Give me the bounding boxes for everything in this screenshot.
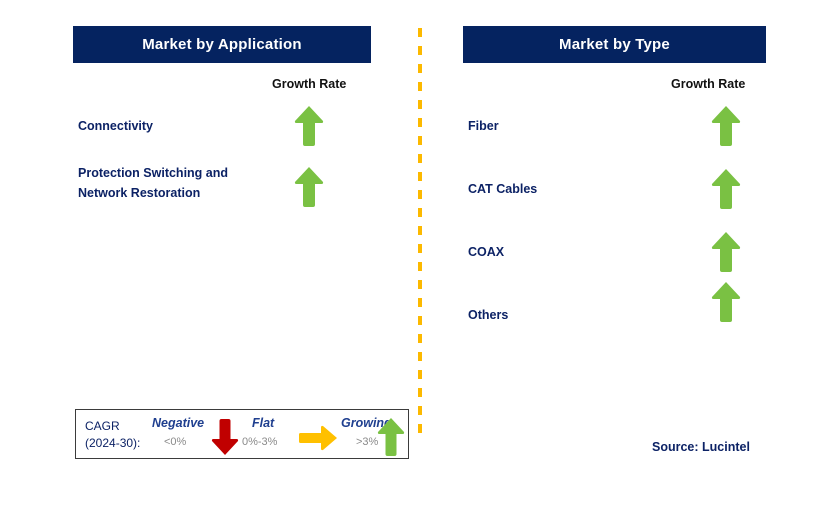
row-label: CAT Cables <box>468 182 538 196</box>
legend-title-negative: Negative <box>152 416 205 430</box>
up-arrow-icon <box>294 105 324 147</box>
down-arrow-icon <box>211 418 239 456</box>
legend-cagr-line1: CAGR <box>85 419 120 433</box>
legend-cagr-line2: (2024-30): <box>85 436 141 450</box>
legend-range-negative: <0% <box>164 436 187 448</box>
column-header-growth-rate-left: Growth Rate <box>272 77 347 91</box>
legend-cagr-label: CAGR (2024-30): <box>85 418 140 452</box>
legend-range-flat: 0%-3% <box>242 436 278 448</box>
legend-title-flat: Flat <box>252 416 275 430</box>
panel-header-market-by-type: Market by Type <box>463 26 766 63</box>
cagr-legend: CAGR (2024-30): Negative <0% Flat 0%-3% … <box>75 409 409 459</box>
panel-title: Market by Application <box>142 36 302 53</box>
row-label: Others <box>468 308 509 322</box>
panel-header-market-by-application: Market by Application <box>73 26 371 63</box>
source-note: Source: Lucintel <box>652 440 750 454</box>
up-arrow-icon <box>711 231 741 273</box>
row-label: Protection Switching and Network Restora… <box>78 166 229 200</box>
row-label: COAX <box>468 245 505 259</box>
up-arrow-icon <box>294 166 324 208</box>
row-label: Connectivity <box>78 119 154 133</box>
right-arrow-icon <box>298 425 338 451</box>
up-arrow-icon <box>377 417 405 457</box>
column-header-growth-rate-right: Growth Rate <box>671 77 746 91</box>
legend-range-growing: >3% <box>356 436 379 448</box>
panel-divider <box>418 28 422 438</box>
up-arrow-icon <box>711 168 741 210</box>
panel-title: Market by Type <box>559 36 670 53</box>
row-label: Fiber <box>468 119 499 133</box>
up-arrow-icon <box>711 281 741 323</box>
up-arrow-icon <box>711 105 741 147</box>
